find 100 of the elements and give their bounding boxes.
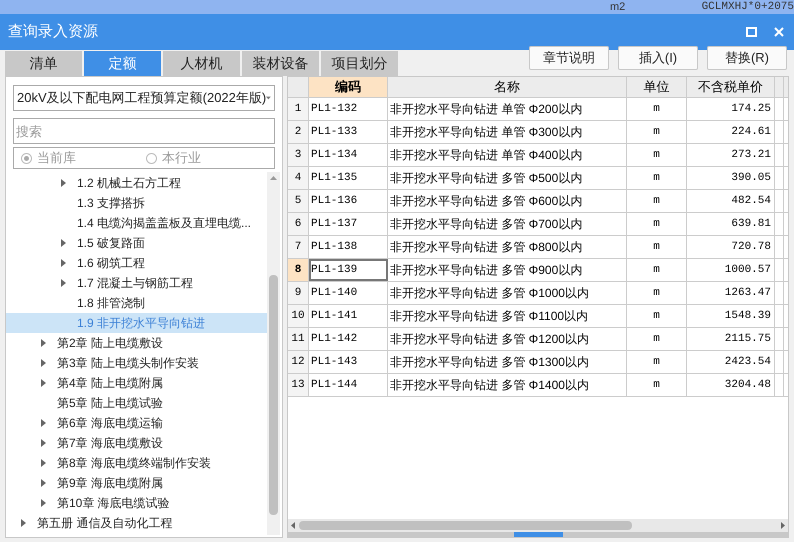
library-select[interactable]: 20kV及以下配电网工程预算定额(2022年版) — [13, 85, 275, 111]
tree-item[interactable]: 第4章 陆上电缆附属 — [6, 373, 267, 393]
table-cell: m — [627, 282, 687, 304]
table-cell: PL1-136 — [309, 190, 388, 212]
tree-item[interactable]: 第6章 海底电缆运输 — [6, 413, 267, 433]
row-number[interactable]: 9 — [288, 282, 309, 304]
search-field[interactable]: 搜索 — [13, 118, 275, 144]
table-cell: 1548.39 — [687, 305, 775, 327]
tab[interactable]: 项目划分 — [321, 51, 398, 76]
column-header[interactable]: 编码 — [309, 77, 388, 97]
unit-text: m2 — [610, 1, 626, 13]
expand-arrow-icon[interactable] — [41, 339, 46, 347]
column-header[interactable]: 不含税单价 — [687, 77, 775, 97]
caret-icon — [266, 96, 271, 100]
splitter-handle[interactable] — [514, 532, 562, 537]
table-cell: 非开挖水平导向钻进 单管 Φ200以内 — [388, 98, 627, 120]
expand-arrow-icon[interactable] — [21, 519, 26, 527]
row-number[interactable]: 5 — [288, 190, 309, 212]
tree-item[interactable]: 1.3 支撑搭拆 — [6, 193, 267, 213]
table-cell: m — [627, 167, 687, 189]
table-cell: PL1-143 — [309, 351, 388, 373]
row-number[interactable]: 8 — [288, 259, 309, 281]
table-cell: 非开挖水平导向钻进 多管 Φ1100以内 — [388, 305, 627, 327]
expand-arrow-icon[interactable] — [41, 439, 46, 447]
table-cell: m — [627, 351, 687, 373]
row-number[interactable]: 11 — [288, 328, 309, 350]
action-button[interactable]: 替换(R) — [707, 46, 787, 70]
row-number[interactable]: 6 — [288, 213, 309, 235]
table-cell: 174.25 — [687, 98, 775, 120]
expand-arrow-icon[interactable] — [41, 419, 46, 427]
maximize-icon[interactable] — [746, 27, 757, 37]
radio-label: 本行业 — [162, 149, 201, 168]
expand-arrow-icon[interactable] — [41, 479, 46, 487]
tab[interactable]: 清单 — [5, 51, 82, 76]
tab[interactable]: 人材机 — [163, 51, 240, 76]
tab[interactable]: 装材设备 — [242, 51, 319, 76]
table-cell: 非开挖水平导向钻进 多管 Φ500以内 — [388, 167, 627, 189]
formula-text: GCLMXHJ*0+2075 — [702, 1, 794, 13]
scroll-left-icon[interactable] — [291, 522, 295, 529]
row-number[interactable]: 13 — [288, 374, 309, 396]
table-cell: m — [627, 121, 687, 143]
window-title: 查询录入资源 — [8, 22, 99, 42]
action-button[interactable]: 插入(I) — [618, 46, 698, 70]
horizontal-scrollbar[interactable] — [288, 519, 788, 532]
tree-item[interactable]: 第5章 陆上电缆试验 — [6, 393, 267, 413]
close-icon[interactable] — [774, 27, 784, 37]
scroll-right-icon[interactable] — [781, 522, 785, 529]
table-cell: PL1-138 — [309, 236, 388, 258]
tree-item[interactable]: 第3章 陆上电缆头制作安装 — [6, 353, 267, 373]
radio-button[interactable] — [146, 152, 157, 164]
row-number[interactable]: 4 — [288, 167, 309, 189]
row-number[interactable]: 10 — [288, 305, 309, 327]
expand-arrow-icon[interactable] — [61, 179, 66, 187]
table-cell: m — [627, 236, 687, 258]
column-header[interactable]: 名称 — [388, 77, 627, 97]
row-number[interactable]: 7 — [288, 236, 309, 258]
expand-arrow-icon[interactable] — [61, 259, 66, 267]
expand-arrow-icon[interactable] — [61, 239, 66, 247]
tree-item[interactable]: 1.5 破复路面 — [6, 233, 267, 253]
table-cell: 390.05 — [687, 167, 775, 189]
tree-item[interactable]: 1.8 排管浇制 — [6, 293, 267, 313]
expand-arrow-icon[interactable] — [41, 459, 46, 467]
table-cell: m — [627, 98, 687, 120]
expand-arrow-icon[interactable] — [41, 359, 46, 367]
expand-arrow-icon[interactable] — [41, 499, 46, 507]
table-cell: 2115.75 — [687, 328, 775, 350]
tree-item[interactable]: 第9章 海底电缆附属 — [6, 473, 267, 493]
tree-item[interactable]: 第10章 海底电缆试验 — [6, 493, 267, 513]
table-cell: 639.81 — [687, 213, 775, 235]
tree-item[interactable]: 1.4 电缆沟揭盖盖板及直埋电缆... — [6, 213, 267, 233]
tree-item[interactable]: 第8章 海底电缆终端制作安装 — [6, 453, 267, 473]
tree-item[interactable]: 第五册 通信及自动化工程 — [6, 513, 267, 533]
row-number[interactable]: 3 — [288, 144, 309, 166]
tree-item[interactable]: 1.6 砌筑工程 — [6, 253, 267, 273]
table-cell: 非开挖水平导向钻进 多管 Φ1000以内 — [388, 282, 627, 304]
table-cell: PL1-137 — [309, 213, 388, 235]
vertical-scrollbar[interactable] — [267, 172, 280, 535]
tree-item[interactable]: 1.7 混凝土与钢筋工程 — [6, 273, 267, 293]
tree-item[interactable]: 第2章 陆上电缆敷设 — [6, 333, 267, 353]
table-cell: 非开挖水平导向钻进 单管 Φ300以内 — [388, 121, 627, 143]
table-cell: 非开挖水平导向钻进 多管 Φ1400以内 — [388, 374, 627, 396]
table-cell: m — [627, 144, 687, 166]
table-cell: m — [627, 190, 687, 212]
table-cell: PL1-144 — [309, 374, 388, 396]
table-cell: PL1-132 — [309, 98, 388, 120]
table-cell: PL1-133 — [309, 121, 388, 143]
row-number[interactable]: 2 — [288, 121, 309, 143]
table-cell: 非开挖水平导向钻进 单管 Φ400以内 — [388, 144, 627, 166]
expand-arrow-icon[interactable] — [41, 379, 46, 387]
column-header[interactable]: 单位 — [627, 77, 687, 97]
expand-arrow-icon[interactable] — [61, 279, 66, 287]
table-cell: m — [627, 213, 687, 235]
tree-item[interactable]: 1.2 机械土石方工程 — [6, 173, 267, 193]
row-number[interactable]: 1 — [288, 98, 309, 120]
tree-item[interactable]: 第7章 海底电缆敷设 — [6, 433, 267, 453]
table-cell: 3204.48 — [687, 374, 775, 396]
row-number[interactable]: 12 — [288, 351, 309, 373]
radio-button[interactable] — [21, 152, 32, 164]
action-button[interactable]: 章节说明 — [529, 46, 609, 70]
table-cell: PL1-142 — [309, 328, 388, 350]
